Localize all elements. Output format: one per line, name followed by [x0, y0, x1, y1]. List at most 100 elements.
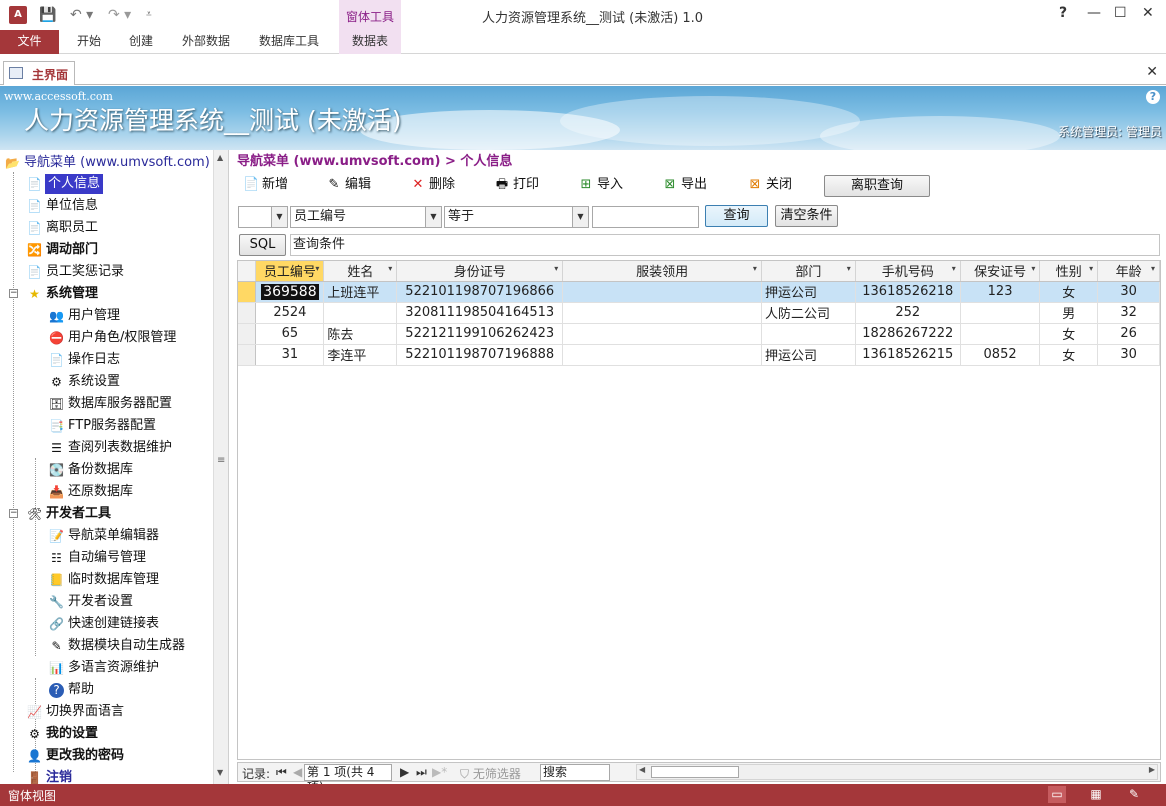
table-cell[interactable] [323, 302, 398, 324]
table-cell[interactable]: 2524 [255, 302, 325, 324]
table-row[interactable]: 369588 上班连平 522101198707196866 押运公司 1361… [238, 281, 1160, 303]
chevron-down-icon[interactable]: ▼ [425, 207, 441, 227]
table-cell[interactable]: 369588 [255, 281, 325, 303]
table-cell[interactable]: 30 [1097, 281, 1160, 303]
table-cell[interactable] [562, 323, 762, 345]
table-cell[interactable] [562, 281, 762, 303]
table-cell[interactable]: 女 [1039, 344, 1099, 366]
column-header[interactable]: 员工编号 ▾ [255, 261, 325, 282]
import-button[interactable]: ⊞ 导入 [578, 176, 623, 194]
table-cell[interactable]: 0852 [960, 344, 1041, 366]
field-combo[interactable]: 员工编号 ▼ [290, 206, 442, 228]
maximize-button[interactable]: ☐ [1114, 5, 1127, 21]
sql-button[interactable]: SQL [239, 234, 286, 256]
help-button[interactable]: ? [1059, 5, 1067, 21]
column-header[interactable]: 性别 ▾ [1039, 261, 1099, 282]
table-cell[interactable]: 女 [1039, 323, 1099, 345]
column-header[interactable]: 身份证号 ▾ [396, 261, 564, 282]
tab-datasheet[interactable]: 数据表 [339, 30, 401, 54]
tab-file[interactable]: 文件 [0, 30, 59, 54]
sort-icon[interactable]: ▾ [1151, 264, 1155, 273]
table-row[interactable]: 2524 320811198504164513 人防二公司 252 男 32 [238, 302, 1160, 324]
search-input[interactable]: 搜索 [540, 764, 610, 781]
table-cell[interactable]: 32 [1097, 302, 1160, 324]
tab-home[interactable]: 开始 [77, 30, 101, 54]
design-view-icon[interactable]: ✎ [1125, 786, 1143, 803]
scroll-grip-icon[interactable]: ≡ [217, 455, 225, 466]
column-header[interactable]: 部门 ▾ [761, 261, 856, 282]
table-cell[interactable]: 押运公司 [761, 344, 856, 366]
tree-scrollbar[interactable]: ▲ ≡ ▼ [213, 150, 228, 784]
new-button[interactable]: 📄 新增 [243, 176, 288, 194]
table-row[interactable]: 31 李连平 522101198707196888 押运公司 136185262… [238, 344, 1160, 366]
table-cell[interactable]: 李连平 [323, 344, 398, 366]
table-cell[interactable]: 522101198707196888 [396, 344, 564, 366]
table-cell[interactable]: 押运公司 [761, 281, 856, 303]
record-position-input[interactable]: 第 1 项(共 4 项) [304, 764, 392, 794]
scroll-left-icon[interactable]: ◀ [639, 765, 645, 774]
sort-icon[interactable]: ▾ [847, 264, 851, 273]
table-cell[interactable]: 人防二公司 [761, 302, 856, 324]
close-window-button[interactable]: ✕ [1142, 5, 1154, 21]
delete-button[interactable]: ✕ 删除 [410, 176, 455, 194]
sort-icon[interactable]: ▾ [315, 264, 319, 273]
table-cell[interactable]: 陈去 [323, 323, 398, 345]
tab-database-tools[interactable]: 数据库工具 [259, 30, 319, 54]
scroll-right-icon[interactable]: ▶ [1149, 765, 1155, 774]
tab-create[interactable]: 创建 [129, 30, 153, 54]
table-cell[interactable]: 30 [1097, 344, 1160, 366]
query-button[interactable]: 查询 [705, 205, 768, 227]
filter-value-input[interactable] [592, 206, 699, 228]
sort-icon[interactable]: ▾ [554, 264, 558, 273]
next-record-icon[interactable]: ▶ [400, 765, 409, 779]
print-button[interactable]: 🖶 打印 [494, 176, 539, 194]
clear-conditions-button[interactable]: 清空条件 [775, 205, 838, 227]
column-header[interactable]: 手机号码 ▾ [855, 261, 961, 282]
sort-icon[interactable]: ▾ [952, 264, 956, 273]
table-cell[interactable] [960, 323, 1041, 345]
row-selector[interactable] [238, 323, 257, 345]
undo-icon[interactable]: ↶ ▾ [70, 6, 93, 24]
access-app-icon[interactable]: A [9, 6, 27, 24]
table-cell[interactable]: 252 [855, 302, 961, 324]
chevron-down-icon[interactable]: ▼ [271, 207, 287, 227]
tab-external-data[interactable]: 外部数据 [182, 30, 230, 54]
tab-main-form[interactable]: 主界面 [3, 61, 75, 85]
table-cell[interactable] [761, 323, 856, 345]
redo-icon[interactable]: ↷ ▾ [108, 6, 131, 24]
chevron-down-icon[interactable]: ▼ [572, 207, 588, 227]
minimize-button[interactable]: — [1087, 5, 1101, 21]
datasheet-view-icon[interactable]: ▦ [1087, 786, 1105, 803]
sort-icon[interactable]: ▾ [1089, 264, 1093, 273]
close-form-button[interactable]: ⊠ 关闭 [747, 176, 792, 194]
collapse-toggle[interactable]: − [9, 509, 18, 518]
table-cell[interactable]: 320811198504164513 [396, 302, 564, 324]
resigned-query-button[interactable]: 离职查询 [824, 175, 930, 197]
sort-icon[interactable]: ▾ [1031, 264, 1035, 273]
last-record-icon[interactable]: ⏭ [416, 765, 427, 780]
row-selector[interactable] [238, 281, 257, 303]
export-button[interactable]: ⊠ 导出 [662, 176, 707, 194]
table-cell[interactable] [562, 302, 762, 324]
table-cell[interactable] [562, 344, 762, 366]
prev-record-icon[interactable]: ◀ [293, 765, 302, 779]
collapse-toggle[interactable]: − [9, 289, 18, 298]
column-header[interactable]: 年龄 ▾ [1097, 261, 1160, 282]
column-header[interactable]: 保安证号 ▾ [960, 261, 1041, 282]
select-all-corner[interactable] [238, 261, 257, 282]
table-row[interactable]: 65 陈去 522121199106262423 18286267222 女 2… [238, 323, 1160, 345]
column-header[interactable]: 姓名 ▾ [323, 261, 398, 282]
scroll-down-icon[interactable]: ▼ [217, 768, 223, 777]
first-record-icon[interactable]: ⏮ [276, 765, 287, 780]
table-cell[interactable]: 18286267222 [855, 323, 961, 345]
table-cell[interactable]: 65 [255, 323, 325, 345]
logic-combo[interactable]: ▼ [238, 206, 288, 228]
sort-icon[interactable]: ▾ [753, 264, 757, 273]
save-icon[interactable]: 💾 [39, 6, 56, 24]
row-selector[interactable] [238, 302, 257, 324]
operator-combo[interactable]: 等于 ▼ [444, 206, 589, 228]
sort-icon[interactable]: ▾ [388, 264, 392, 273]
close-document-button[interactable]: ✕ [1146, 64, 1158, 80]
table-cell[interactable]: 31 [255, 344, 325, 366]
scroll-up-icon[interactable]: ▲ [217, 153, 223, 162]
